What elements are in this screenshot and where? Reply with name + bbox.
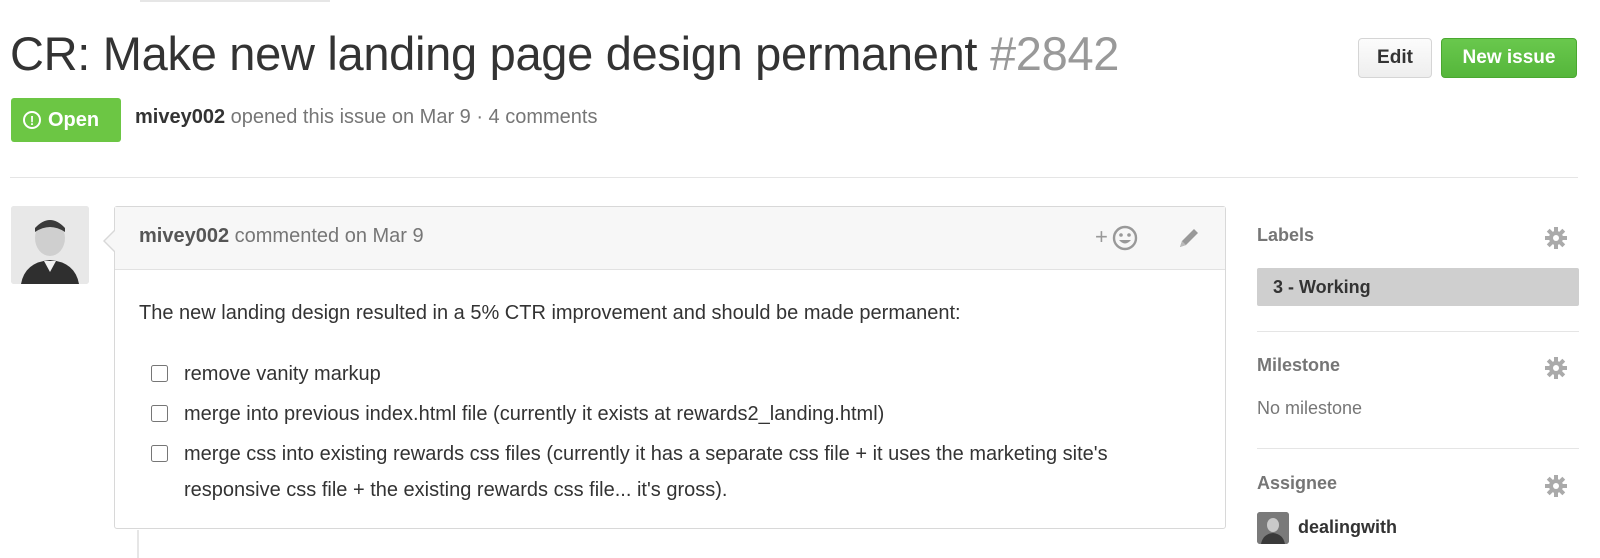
comment-action-text: commented on Mar 9 — [234, 225, 424, 247]
milestone-gear-icon[interactable] — [1545, 357, 1567, 379]
task-list-item: merge into previous index.html file (cur… — [139, 396, 1201, 432]
edit-button[interactable]: Edit — [1358, 38, 1432, 78]
comment-header: mivey002 commented on Mar 9 + — [115, 207, 1225, 270]
task-checkbox[interactable] — [151, 365, 168, 382]
milestone-section: Milestone — [1257, 355, 1579, 379]
sidebar-divider — [1257, 331, 1579, 332]
issue-opened-text: opened this issue on Mar 9 · 4 comments — [230, 106, 598, 128]
issue-number: #2842 — [989, 27, 1120, 80]
issue-opened-icon: ! — [23, 111, 41, 129]
comment-byline: mivey002 commented on Mar 9 — [139, 225, 424, 248]
task-text: merge css into existing rewards css file… — [184, 443, 1108, 501]
comment-body: The new landing design resulted in a 5% … — [115, 300, 1225, 508]
issue-title-text: CR: Make new landing page design permane… — [10, 27, 978, 80]
labels-heading: Labels — [1257, 225, 1315, 245]
comment-author-avatar[interactable] — [11, 206, 89, 284]
issue-state-label: Open — [48, 108, 100, 131]
task-list: remove vanity markup merge into previous… — [139, 356, 1201, 508]
task-text: merge into previous index.html file (cur… — [184, 403, 885, 425]
task-list-item: merge css into existing rewards css file… — [139, 436, 1201, 508]
task-list-item: remove vanity markup — [139, 356, 1201, 392]
assignee-section: Assignee — [1257, 473, 1579, 497]
avatar-portrait-icon — [11, 206, 89, 284]
labels-gear-icon[interactable] — [1545, 227, 1567, 249]
task-checkbox[interactable] — [151, 405, 168, 422]
assignee-heading: Assignee — [1257, 473, 1338, 493]
discussion-timeline-line — [137, 530, 139, 558]
new-issue-button[interactable]: New issue — [1441, 38, 1577, 78]
labels-section: Labels — [1257, 225, 1579, 249]
issue-meta: mivey002 opened this issue on Mar 9 · 4 … — [135, 106, 598, 129]
milestone-heading: Milestone — [1257, 355, 1341, 375]
add-reaction-icon[interactable]: + — [1095, 223, 1141, 253]
header-divider — [10, 177, 1578, 178]
top-border — [140, 0, 330, 2]
comment-box: mivey002 commented on Mar 9 + The new la… — [103, 206, 1226, 529]
issue-author-link[interactable]: mivey002 — [135, 106, 225, 128]
sidebar-divider — [1257, 448, 1579, 449]
task-checkbox[interactable] — [151, 445, 168, 462]
label-item[interactable]: 3 - Working — [1257, 268, 1579, 306]
assignee-name[interactable]: dealingwith — [1298, 517, 1397, 538]
assignee-avatar[interactable] — [1257, 512, 1289, 544]
issue-state-badge: ! Open — [11, 98, 121, 142]
avatar-portrait-icon — [1257, 512, 1289, 544]
assignee-gear-icon[interactable] — [1545, 475, 1567, 497]
issue-title: CR: Make new landing page design permane… — [10, 26, 1119, 82]
task-text: remove vanity markup — [184, 363, 381, 385]
comment-author-link[interactable]: mivey002 — [139, 225, 229, 247]
comment-text: The new landing design resulted in a 5% … — [139, 302, 961, 324]
svg-text:+: + — [1095, 224, 1108, 249]
pencil-icon[interactable] — [1177, 225, 1201, 251]
milestone-value: No milestone — [1257, 398, 1363, 418]
